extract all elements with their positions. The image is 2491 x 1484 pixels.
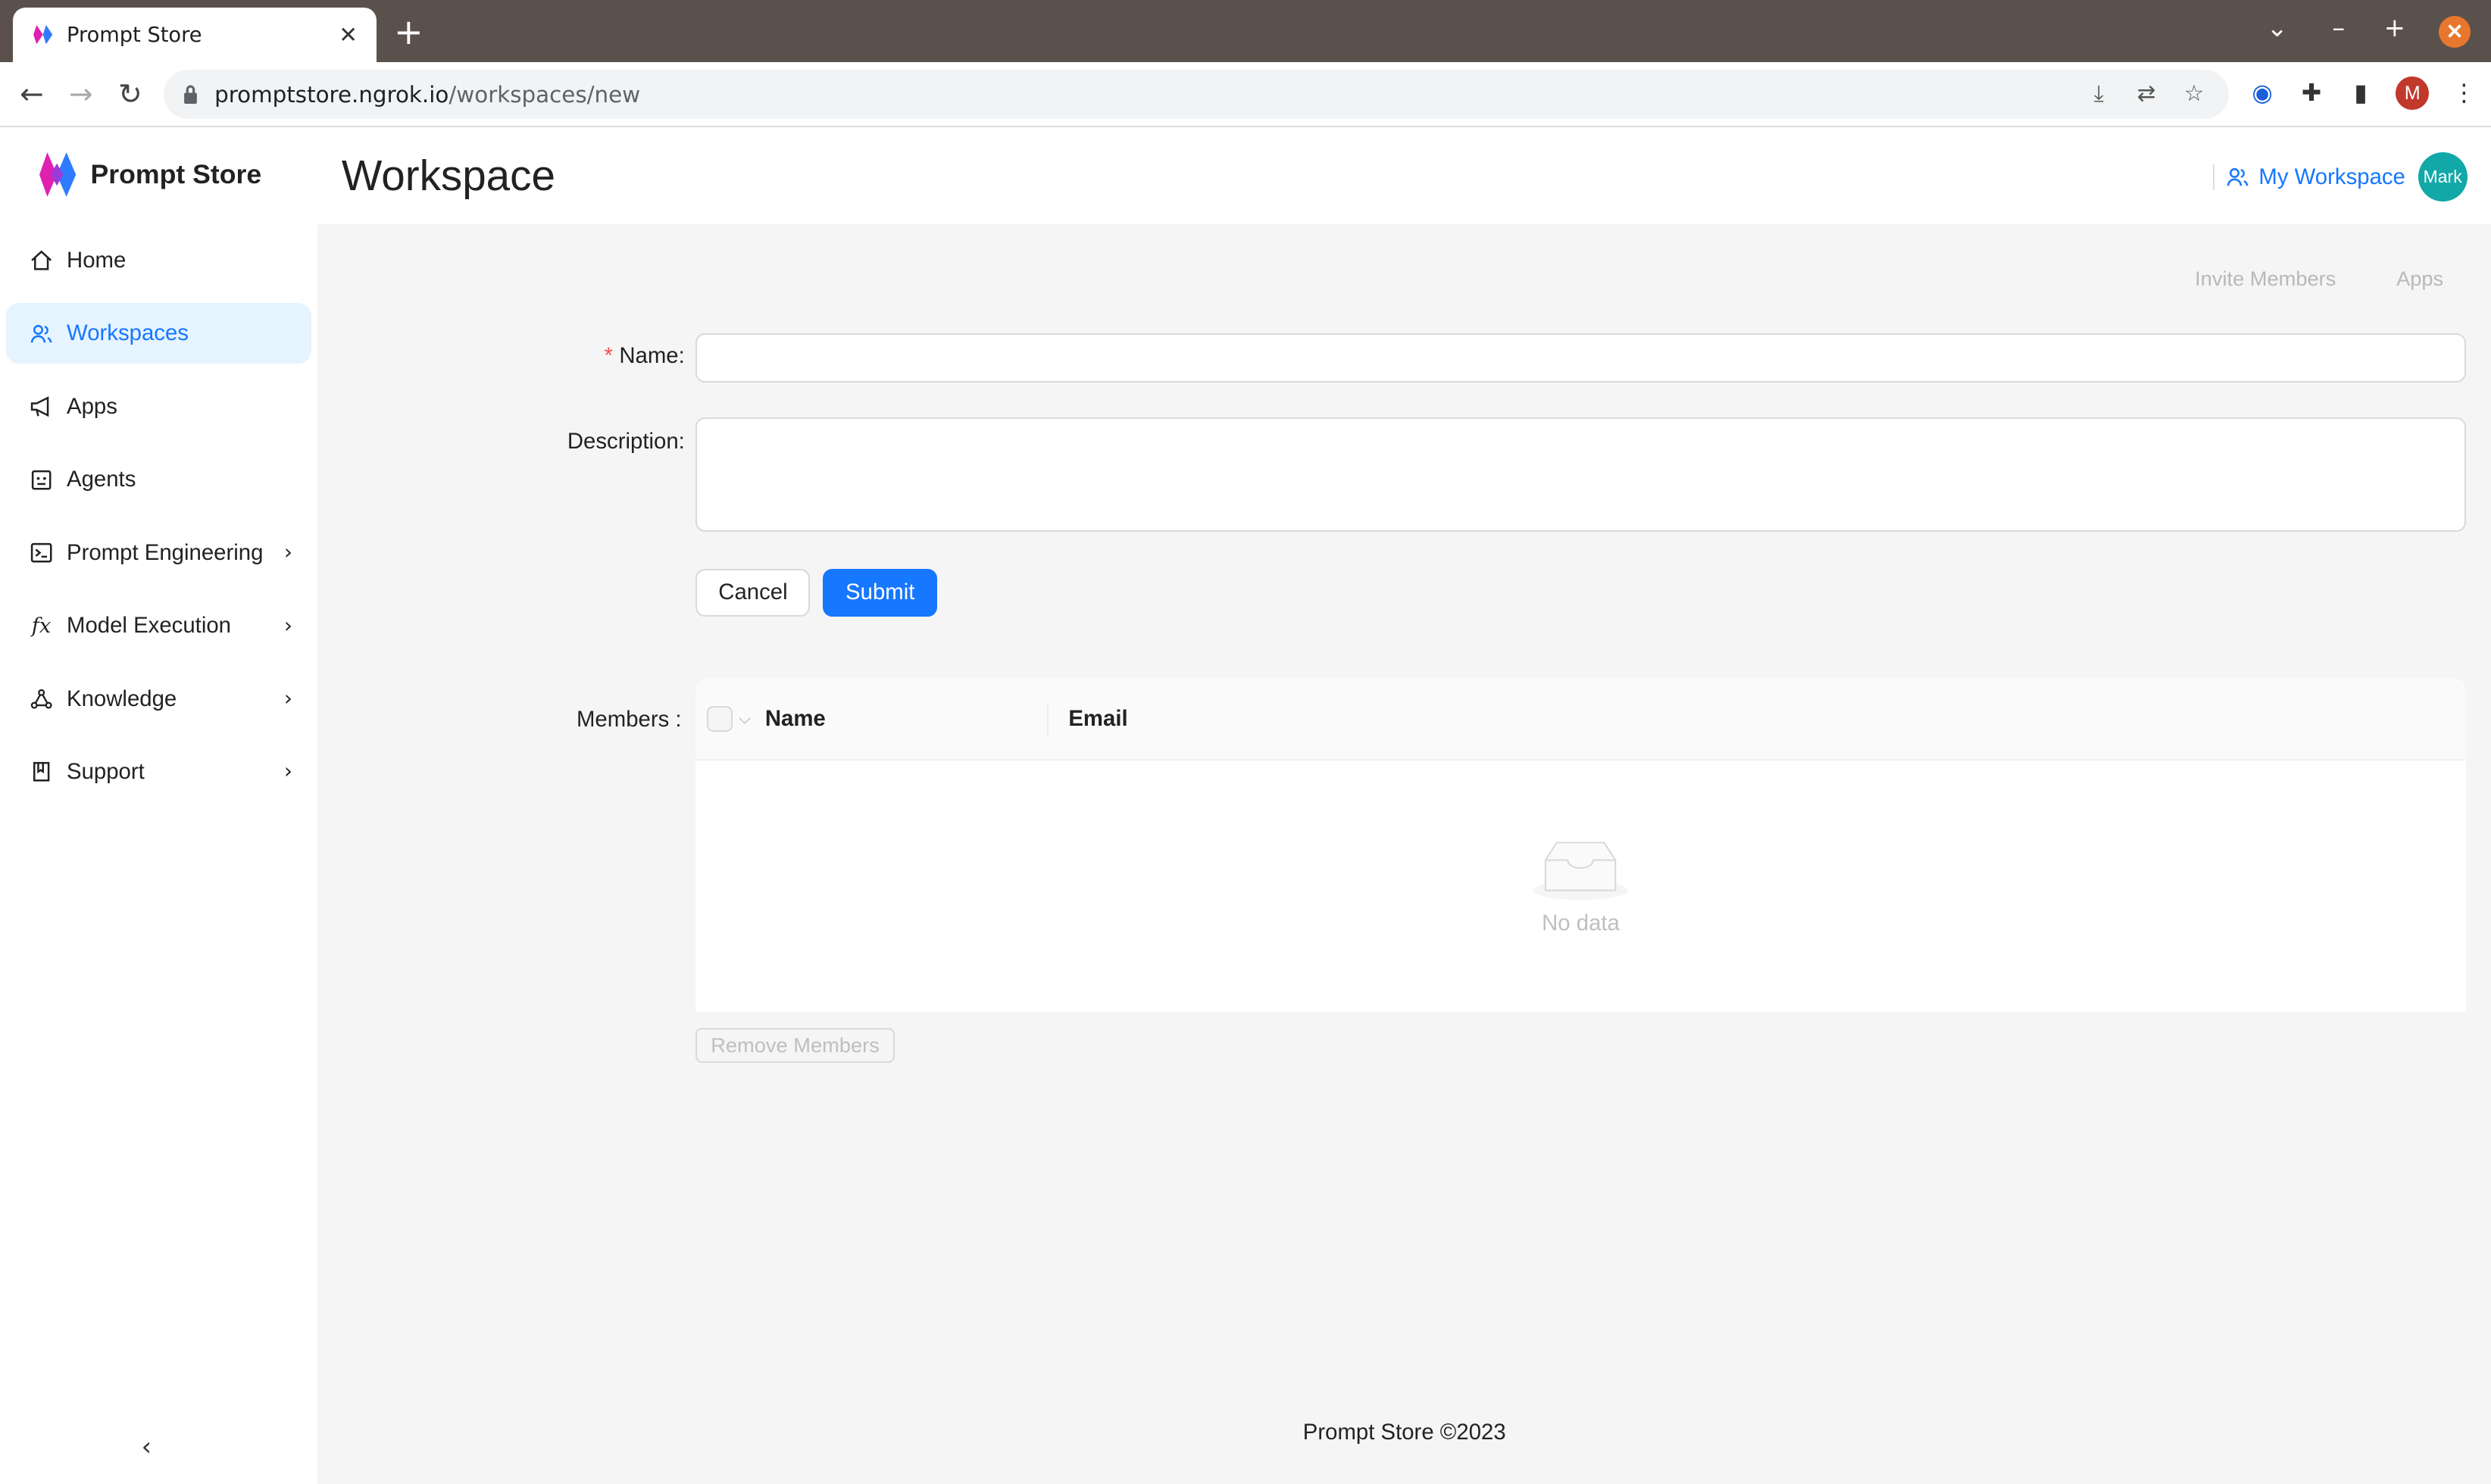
app-container: Prompt Store Home Workspaces Apps Agents… <box>0 127 2491 1484</box>
nodes-icon <box>29 686 55 712</box>
empty-text: No data <box>1542 911 1620 936</box>
sidebar-item-label: Knowledge <box>67 686 177 711</box>
tab-close-icon[interactable]: ✕ <box>339 22 358 48</box>
members-table: ⌵ Name Email No data <box>695 678 2466 1012</box>
select-all-checkbox[interactable] <box>707 706 733 732</box>
name-label-text: Name <box>619 342 679 368</box>
robot-icon <box>29 467 55 492</box>
members-label: Members : <box>576 707 682 733</box>
team-icon <box>2227 168 2249 186</box>
description-textarea[interactable] <box>695 417 2466 533</box>
page-title: Workspace <box>341 152 555 200</box>
install-icon[interactable]: ⤓ <box>2086 81 2111 107</box>
user-avatar[interactable]: Mark <box>2418 152 2468 202</box>
column-header-email[interactable]: Email <box>1068 706 1127 732</box>
sidebar-item-support[interactable]: Support › <box>6 742 311 802</box>
sidebar-item-model-execution[interactable]: fx Model Execution › <box>6 595 311 656</box>
back-icon[interactable]: ← <box>14 77 49 111</box>
sidebar-item-label: Workspaces <box>67 320 189 346</box>
sidebar-item-label: Home <box>67 247 127 273</box>
my-workspace-link[interactable]: My Workspace <box>2227 164 2405 190</box>
new-tab-icon[interactable]: + <box>394 14 424 49</box>
sidebar-item-agents[interactable]: Agents <box>6 449 311 510</box>
url-path: /workspaces/new <box>449 81 641 108</box>
column-header-name[interactable]: Name <box>765 706 1045 732</box>
brand-name: Prompt Store <box>90 159 262 190</box>
sidebar-item-label: Model Execution <box>67 613 231 639</box>
sidebar: Prompt Store Home Workspaces Apps Agents… <box>0 127 318 1484</box>
brand[interactable]: Prompt Store <box>0 127 317 223</box>
empty-inbox-icon <box>1533 842 1629 900</box>
maximize-icon[interactable]: + <box>2384 13 2405 42</box>
cancel-button[interactable]: Cancel <box>695 568 811 617</box>
address-bar[interactable]: promptstore.ngrok.io /workspaces/new ⤓ ⇄… <box>163 70 2230 120</box>
submit-button[interactable]: Submit <box>823 568 938 617</box>
page-header: Workspace My Workspace Mark <box>317 127 2491 224</box>
chevron-right-icon: › <box>283 541 292 565</box>
prompt-store-favicon-icon <box>33 25 53 45</box>
url-host: promptstore.ngrok.io <box>214 81 449 108</box>
home-icon <box>29 248 55 273</box>
invite-members-link[interactable]: Invite Members <box>2195 267 2336 291</box>
prompt-store-logo-icon <box>39 152 77 198</box>
sidebar-item-home[interactable]: Home <box>6 230 311 291</box>
empty-state: No data <box>695 761 2465 1011</box>
apps-link[interactable]: Apps <box>2396 267 2443 291</box>
profile-avatar[interactable]: M <box>2396 76 2430 110</box>
collapse-sidebar-icon[interactable]: ‹ <box>142 1432 152 1461</box>
more-menu-icon[interactable]: ⋮ <box>2449 79 2478 108</box>
sidebar-menu: Home Workspaces Apps Agents Prompt Engin… <box>0 230 317 802</box>
chevron-right-icon: › <box>283 687 292 711</box>
header-divider <box>2212 164 2214 190</box>
megaphone-icon <box>29 394 55 420</box>
side-panel-icon[interactable]: ▮ <box>2346 79 2375 108</box>
password-manager-icon[interactable]: ◉ <box>2248 79 2277 108</box>
name-input[interactable] <box>695 333 2466 383</box>
chevron-down-icon[interactable]: ⌵ <box>739 710 751 728</box>
function-icon: fx <box>31 614 52 638</box>
remove-members-button[interactable]: Remove Members <box>695 1027 895 1063</box>
reload-icon[interactable]: ↻ <box>113 77 148 111</box>
sidebar-item-label: Agents <box>67 467 136 492</box>
members-table-header: ⌵ Name Email <box>695 678 2466 761</box>
browser-tab-bar: Prompt Store ✕ + ⌄ – + ✕ <box>0 0 2491 62</box>
book-icon <box>29 759 55 785</box>
browser-tab[interactable]: Prompt Store ✕ <box>12 8 377 62</box>
description-label: Description: <box>567 429 685 455</box>
sidebar-item-workspaces[interactable]: Workspaces <box>6 303 312 364</box>
bookmark-star-icon[interactable]: ☆ <box>2181 81 2207 107</box>
minimize-icon[interactable]: – <box>2332 13 2345 42</box>
footer: Prompt Store ©2023 <box>1302 1420 1506 1445</box>
sidebar-item-label: Prompt Engineering <box>67 539 264 565</box>
extensions-icon[interactable]: ✚ <box>2297 79 2326 108</box>
terminal-icon <box>29 540 55 566</box>
share-icon[interactable]: ⇄ <box>2133 81 2159 107</box>
tab-title: Prompt Store <box>67 23 202 47</box>
required-mark: * <box>604 342 613 368</box>
sidebar-item-label: Apps <box>67 393 117 419</box>
name-label: * Name: <box>604 342 685 368</box>
description-label-text: Description <box>567 429 679 455</box>
tab-search-icon[interactable]: ⌄ <box>2267 13 2288 42</box>
lock-icon <box>184 85 198 105</box>
team-icon <box>29 321 55 347</box>
forward-icon[interactable]: → <box>64 77 98 111</box>
sidebar-item-knowledge[interactable]: Knowledge › <box>6 669 311 730</box>
browser-toolbar: ← → ↻ promptstore.ngrok.io /workspaces/n… <box>0 61 2491 127</box>
chevron-right-icon: › <box>283 760 292 784</box>
sidebar-item-label: Support <box>67 758 145 784</box>
workspace-form-area: Invite Members Apps * Name: Description: … <box>317 224 2491 1484</box>
sidebar-item-apps[interactable]: Apps <box>6 376 311 437</box>
chevron-right-icon: › <box>283 614 292 638</box>
window-close-icon[interactable]: ✕ <box>2438 15 2471 48</box>
column-divider <box>1046 701 1049 737</box>
my-workspace-label: My Workspace <box>2258 164 2405 189</box>
main-content: Workspace My Workspace Mark Invite Membe… <box>317 127 2491 1484</box>
sidebar-item-prompt-engineering[interactable]: Prompt Engineering › <box>6 523 311 583</box>
